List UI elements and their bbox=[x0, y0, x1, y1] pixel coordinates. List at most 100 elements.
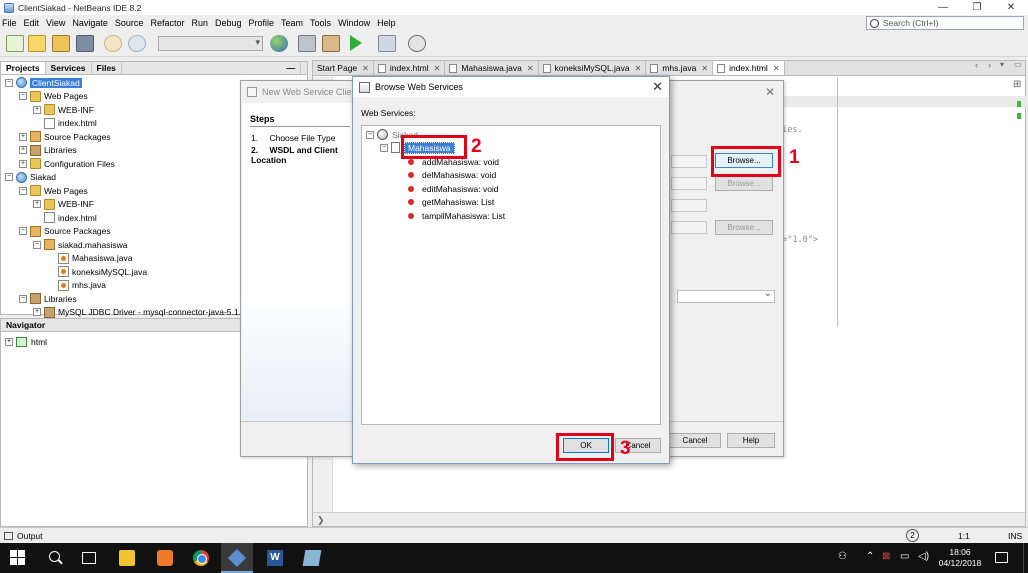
people-icon[interactable]: ⚇ bbox=[838, 551, 847, 562]
tab-projects[interactable]: Projects bbox=[1, 62, 46, 74]
taskbar-search-icon[interactable] bbox=[48, 550, 64, 566]
expand-icon[interactable]: + bbox=[33, 308, 41, 317]
action-center-icon[interactable] bbox=[995, 552, 1008, 563]
menu-item-navigate[interactable]: Navigate bbox=[72, 18, 108, 28]
horizontal-scrollbar[interactable]: ❯ bbox=[313, 512, 1025, 526]
menu-item-profile[interactable]: Profile bbox=[249, 18, 275, 28]
network-error-icon[interactable]: ⊠ bbox=[882, 551, 890, 562]
editor-tab[interactable]: mhs.java ✕ bbox=[646, 61, 714, 75]
menu-item-edit[interactable]: Edit bbox=[24, 18, 40, 28]
minimize-panel-icon[interactable]: — bbox=[282, 62, 301, 74]
wsdl-field[interactable] bbox=[671, 199, 707, 212]
close-button[interactable]: ✕ bbox=[994, 0, 1028, 15]
collapse-icon[interactable]: − bbox=[5, 78, 13, 87]
collapse-icon[interactable]: − bbox=[380, 143, 388, 152]
close-tab-icon[interactable]: ✕ bbox=[434, 64, 441, 73]
close-tab-icon[interactable]: ✕ bbox=[701, 64, 708, 73]
xampp-icon[interactable] bbox=[157, 550, 173, 566]
editor-tab[interactable]: Mahasiswa.java ✕ bbox=[445, 61, 539, 75]
wsdl-url-field[interactable] bbox=[671, 177, 707, 190]
minimize-button[interactable]: — bbox=[926, 0, 960, 15]
collapse-icon[interactable]: − bbox=[366, 130, 374, 139]
close-tab-icon[interactable]: ✕ bbox=[362, 64, 369, 73]
clean-build-icon[interactable] bbox=[322, 35, 340, 52]
output-toggle[interactable]: Output bbox=[4, 531, 43, 541]
save-all-icon[interactable] bbox=[76, 35, 94, 52]
expand-icon[interactable]: + bbox=[5, 338, 13, 346]
maximize-button[interactable]: ❐ bbox=[960, 0, 994, 15]
package-field[interactable] bbox=[671, 221, 707, 234]
close-tab-icon[interactable]: ✕ bbox=[773, 64, 780, 73]
editor-tab[interactable]: Start Page ✕ bbox=[313, 61, 374, 75]
new-file-icon[interactable] bbox=[6, 35, 24, 52]
configuration-combo[interactable] bbox=[158, 36, 263, 51]
collapse-icon[interactable]: − bbox=[19, 92, 27, 101]
help-button[interactable]: Help bbox=[727, 433, 775, 448]
tree-node-operation[interactable]: getMahasiswa: List bbox=[406, 196, 494, 209]
menu-item-run[interactable]: Run bbox=[191, 18, 208, 28]
menu-item-refactor[interactable]: Refactor bbox=[150, 18, 184, 28]
navigator-item[interactable]: + html bbox=[5, 337, 47, 347]
notes-app-icon[interactable] bbox=[302, 550, 322, 566]
tab-services[interactable]: Services bbox=[46, 62, 92, 74]
redo-icon[interactable] bbox=[128, 35, 146, 52]
tree-node-operation[interactable]: delMahasiswa: void bbox=[406, 169, 496, 182]
expand-icon[interactable]: + bbox=[19, 132, 27, 141]
collapse-icon[interactable]: − bbox=[19, 186, 27, 195]
expand-icon[interactable]: + bbox=[33, 105, 41, 114]
editor-tab[interactable]: index.html ✕ bbox=[713, 61, 785, 75]
run-icon[interactable] bbox=[350, 35, 362, 51]
editor-tab[interactable]: koneksiMySQL.java ✕ bbox=[539, 61, 647, 75]
scroll-tabs-right-icon[interactable]: › bbox=[988, 60, 991, 70]
debug-icon[interactable] bbox=[378, 35, 396, 52]
search-input[interactable]: Search (Ctrl+I) bbox=[866, 16, 1024, 30]
collapse-icon[interactable]: − bbox=[19, 227, 27, 236]
expand-icon[interactable]: + bbox=[19, 159, 27, 168]
tab-files[interactable]: Files bbox=[92, 62, 122, 74]
scroll-tabs-left-icon[interactable]: ‹ bbox=[975, 60, 978, 70]
collapse-icon[interactable]: − bbox=[19, 294, 27, 303]
tab-list-icon[interactable]: ▾ bbox=[1000, 60, 1004, 69]
scroll-left-icon[interactable]: ❯ bbox=[317, 515, 325, 526]
file-explorer-icon[interactable] bbox=[119, 550, 135, 566]
tree-node-operation[interactable]: editMahasiswa: void bbox=[406, 182, 499, 195]
word-icon[interactable]: W bbox=[267, 550, 283, 566]
cancel-button[interactable]: Cancel bbox=[669, 433, 721, 448]
client-style-combo[interactable] bbox=[677, 288, 775, 303]
menu-item-team[interactable]: Team bbox=[281, 18, 303, 28]
browse-button-disabled[interactable]: Browse... bbox=[715, 176, 773, 191]
menu-item-tools[interactable]: Tools bbox=[310, 18, 331, 28]
expand-icon[interactable]: + bbox=[19, 146, 27, 155]
undo-icon[interactable] bbox=[104, 35, 122, 52]
menu-item-help[interactable]: Help bbox=[377, 18, 396, 28]
notifications-icon[interactable]: 2 bbox=[906, 529, 919, 542]
start-windows-icon[interactable] bbox=[10, 550, 26, 566]
close-icon[interactable]: ✕ bbox=[765, 85, 775, 99]
chrome-icon[interactable] bbox=[193, 550, 209, 566]
browse-button-disabled[interactable]: Browse... bbox=[715, 220, 773, 235]
collapse-icon[interactable]: − bbox=[33, 240, 41, 249]
show-desktop-button[interactable] bbox=[1023, 543, 1028, 573]
tree-node-operation[interactable]: tampilMahasiswa: List bbox=[406, 209, 505, 222]
menu-item-source[interactable]: Source bbox=[115, 18, 144, 28]
close-tab-icon[interactable]: ✕ bbox=[635, 64, 642, 73]
menu-item-window[interactable]: Window bbox=[338, 18, 370, 28]
maximize-editor-icon[interactable]: ▭ bbox=[1014, 60, 1022, 69]
menu-item-file[interactable]: File bbox=[2, 18, 17, 28]
collapse-icon[interactable]: − bbox=[5, 173, 13, 182]
profile-icon[interactable] bbox=[408, 35, 426, 52]
wsdl-field[interactable] bbox=[671, 155, 707, 168]
close-icon[interactable]: ✕ bbox=[652, 79, 663, 95]
new-project-icon[interactable] bbox=[28, 35, 46, 52]
menu-item-view[interactable]: View bbox=[46, 18, 65, 28]
menu-item-debug[interactable]: Debug bbox=[215, 18, 242, 28]
taskbar-clock[interactable]: 18:06 04/12/2018 bbox=[938, 547, 982, 569]
open-project-icon[interactable] bbox=[52, 35, 70, 52]
globe-config-icon[interactable] bbox=[270, 35, 288, 52]
show-hidden-icons-chevron-icon[interactable]: ⌃ bbox=[866, 551, 874, 562]
close-tab-icon[interactable]: ✕ bbox=[527, 64, 534, 73]
task-view-icon[interactable] bbox=[82, 552, 96, 564]
build-hammer-icon[interactable] bbox=[298, 35, 316, 52]
battery-icon[interactable]: ▭ bbox=[900, 551, 909, 562]
expand-icon[interactable]: + bbox=[33, 200, 41, 209]
